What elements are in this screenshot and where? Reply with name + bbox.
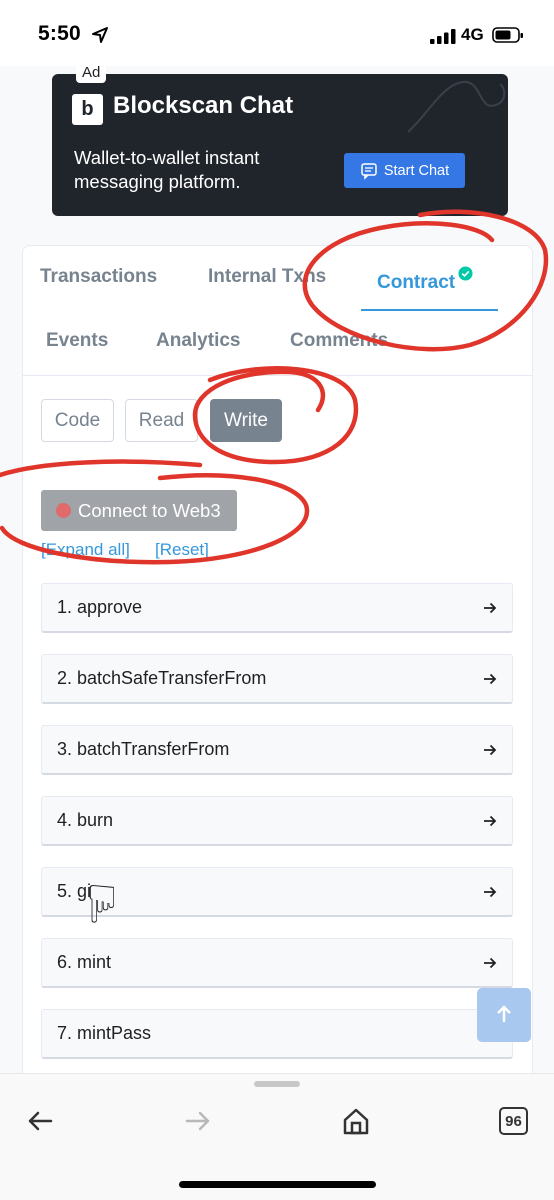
function-row-batchsafetransferfrom[interactable]: 2. batchSafeTransferFrom: [41, 654, 513, 704]
pointing-hand-icon: ☝: [86, 873, 118, 931]
tabs-button[interactable]: 96: [499, 1107, 528, 1135]
reset-link[interactable]: [Reset]: [155, 540, 209, 560]
expand-all-link[interactable]: [Expand all]: [41, 540, 130, 560]
home-indicator: [179, 1181, 376, 1188]
verified-check-icon: [458, 266, 473, 281]
tab-transactions[interactable]: Transactions: [40, 266, 157, 288]
ad-description: Wallet-to-wallet instant messaging platf…: [74, 147, 260, 192]
function-label: 2. batchSafeTransferFrom: [57, 668, 267, 688]
scroll-to-top-button[interactable]: [477, 988, 531, 1042]
ad-title: Blockscan Chat: [113, 92, 294, 119]
home-icon[interactable]: [341, 1106, 371, 1136]
tab-analytics[interactable]: Analytics: [156, 330, 240, 352]
active-tab-indicator: [361, 309, 498, 311]
function-label: 1. approve: [57, 597, 143, 617]
location-arrow-icon: [92, 27, 108, 43]
tab-comments[interactable]: Comments: [290, 330, 388, 352]
function-row-approve[interactable]: 1. approve: [41, 583, 513, 633]
read-button[interactable]: Read: [125, 399, 198, 442]
arrow-right-icon: [484, 602, 497, 614]
function-label: 4. burn: [57, 810, 114, 830]
back-arrow-icon[interactable]: [25, 1106, 55, 1136]
connect-web3-button[interactable]: Connect to Web3: [41, 490, 237, 531]
battery-icon: [492, 27, 523, 43]
signal-bars-icon: [430, 29, 456, 44]
ad-label: Ad: [76, 64, 107, 83]
start-chat-button[interactable]: Start Chat: [344, 153, 465, 188]
forward-arrow-icon[interactable]: [183, 1106, 213, 1136]
chat-bubble-icon: [361, 162, 377, 180]
start-chat-label: Start Chat: [383, 162, 450, 179]
tab-internal-txns[interactable]: Internal Txns: [208, 266, 326, 288]
decorative-swirl: [407, 80, 506, 133]
function-label: 3. batchTransferFrom: [57, 739, 230, 759]
arrow-right-icon: [484, 886, 497, 898]
clock: 5:50: [38, 22, 81, 45]
ad-banner[interactable]: b Blockscan Chat Wallet-to-wallet instan…: [52, 74, 508, 216]
tab-contract[interactable]: Contract: [377, 266, 473, 294]
status-bar: 5:50 4G: [0, 0, 554, 66]
contract-card: Transactions Internal Txns Contract Even…: [22, 245, 533, 1095]
tab-events[interactable]: Events: [46, 330, 108, 352]
function-row-mintpass[interactable]: 7. mintPass: [41, 1009, 513, 1059]
arrow-up-icon: [497, 1005, 511, 1022]
function-label: 6. mint: [57, 952, 112, 972]
arrow-right-icon: [484, 744, 497, 756]
arrow-right-icon: [484, 957, 497, 969]
arrow-right-icon: [484, 815, 497, 827]
divider: [23, 375, 532, 376]
arrow-right-icon: [484, 673, 497, 685]
connect-label: Connect to Web3: [78, 499, 221, 521]
toolbar-grabber[interactable]: [254, 1081, 300, 1087]
function-row-batchtransferfrom[interactable]: 3. batchTransferFrom: [41, 725, 513, 775]
blockscan-logo-icon: b: [72, 94, 103, 125]
write-button[interactable]: Write: [210, 399, 282, 442]
function-row-mint[interactable]: 6. mint: [41, 938, 513, 988]
function-row-burn[interactable]: 4. burn: [41, 796, 513, 846]
network-type: 4G: [461, 25, 484, 44]
function-label: 7. mintPass: [57, 1023, 152, 1043]
tab-contract-label: Contract: [377, 272, 456, 293]
browser-toolbar: 96: [0, 1073, 554, 1200]
status-dot-icon: [56, 503, 71, 518]
code-button[interactable]: Code: [41, 399, 114, 442]
